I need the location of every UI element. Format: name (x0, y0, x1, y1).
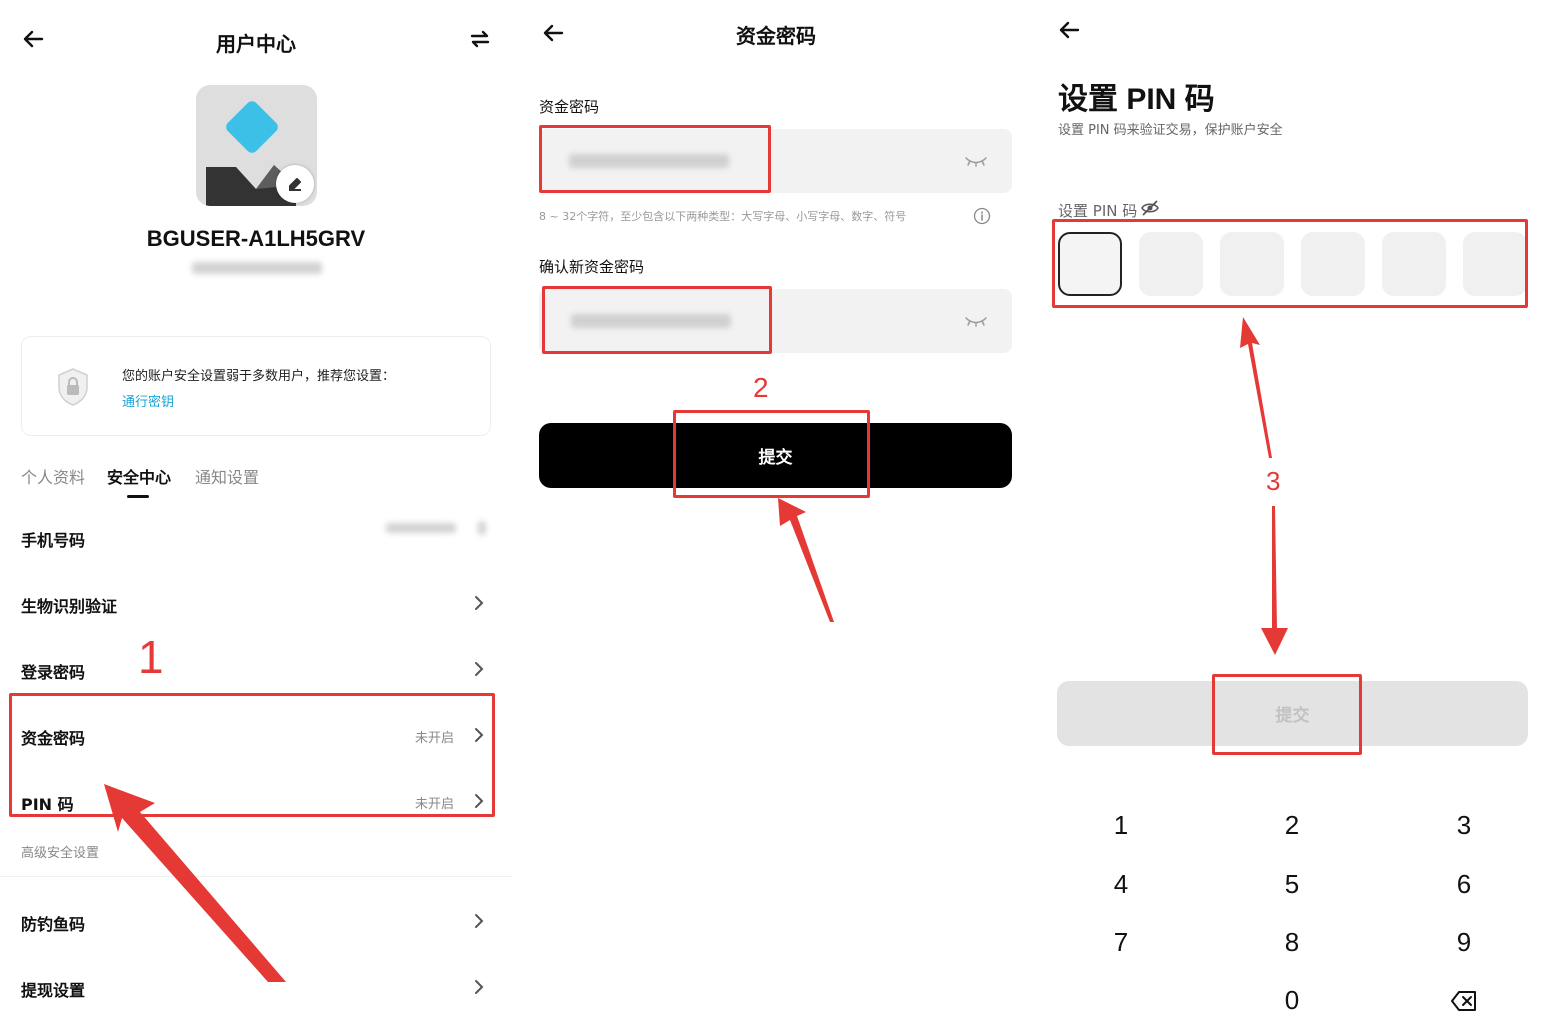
annotation-arrow (778, 498, 834, 622)
set-pin-panel: 设置 PIN 码 设置 PIN 码来验证交易，保护账户安全 设置 PIN 码 提… (1034, 0, 1550, 1022)
annotation-arrow (104, 784, 286, 982)
annotation-arrow (1240, 317, 1288, 655)
fund-password-panel: 资金密码 资金密码 8 ~ 32个字符，至少包含以下两种类型：大写字母、小写字母… (514, 0, 1032, 1022)
user-center-panel: 用户中心 BGUSER-A1LH5GRV 您的账户安全设置弱于多数用户，推荐您设… (0, 0, 512, 1022)
